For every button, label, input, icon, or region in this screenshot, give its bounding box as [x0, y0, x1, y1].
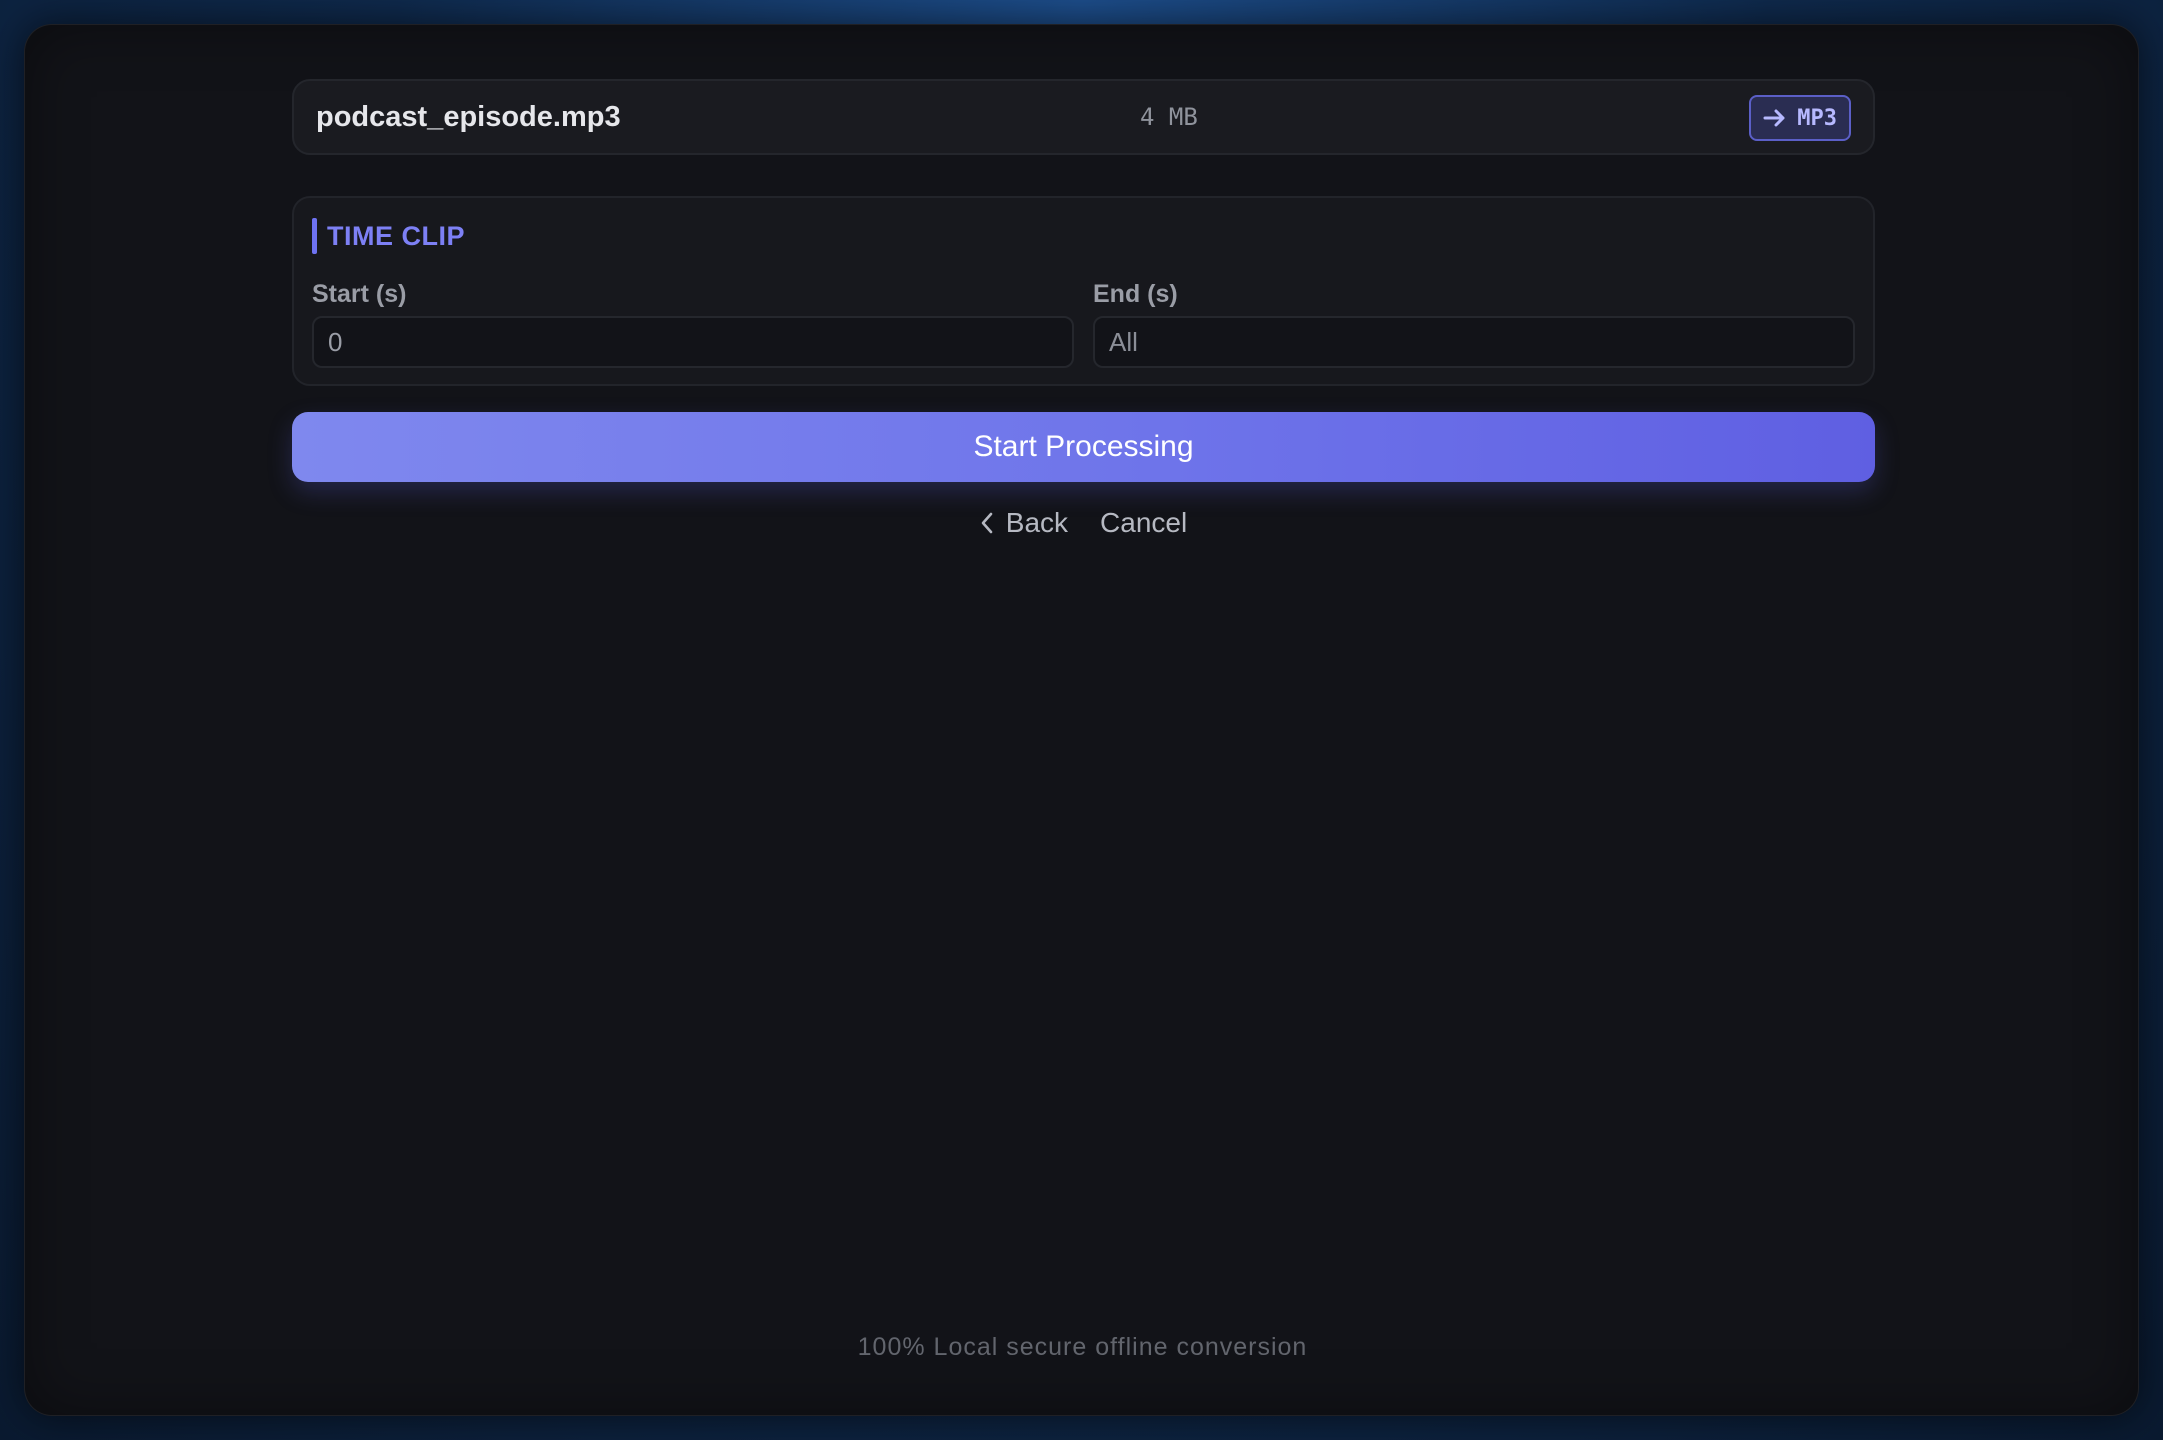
- time-clip-title: TIME CLIP: [327, 220, 465, 251]
- target-format-label: MP3: [1797, 105, 1837, 131]
- target-format-badge[interactable]: MP3: [1749, 95, 1851, 141]
- file-size: 4 MB: [1140, 103, 1198, 131]
- back-label: Back: [1005, 507, 1069, 538]
- start-input[interactable]: [312, 316, 1074, 368]
- arrow-right-icon: [1763, 108, 1787, 128]
- start-label: Start (s): [312, 280, 407, 308]
- time-clip-heading: TIME CLIP: [312, 218, 465, 254]
- footer-note: 100% Local secure offline conversion: [857, 1333, 1308, 1361]
- chevron-left-icon: [978, 510, 996, 536]
- end-input[interactable]: [1093, 316, 1855, 368]
- secondary-actions: Back Cancel: [25, 507, 2140, 539]
- file-name: podcast_episode.mp3: [316, 100, 621, 133]
- file-card: podcast_episode.mp3 4 MB MP3: [292, 79, 1875, 155]
- back-button[interactable]: Back: [978, 507, 1068, 539]
- end-label: End (s): [1093, 280, 1178, 308]
- time-clip-panel: TIME CLIP Start (s) End (s): [292, 196, 1875, 386]
- converter-window: podcast_episode.mp3 4 MB MP3 TIME CLIP S…: [24, 24, 2139, 1416]
- start-processing-button[interactable]: Start Processing: [292, 412, 1875, 482]
- section-accent-bar: [312, 218, 317, 254]
- cancel-button[interactable]: Cancel: [1100, 507, 1187, 539]
